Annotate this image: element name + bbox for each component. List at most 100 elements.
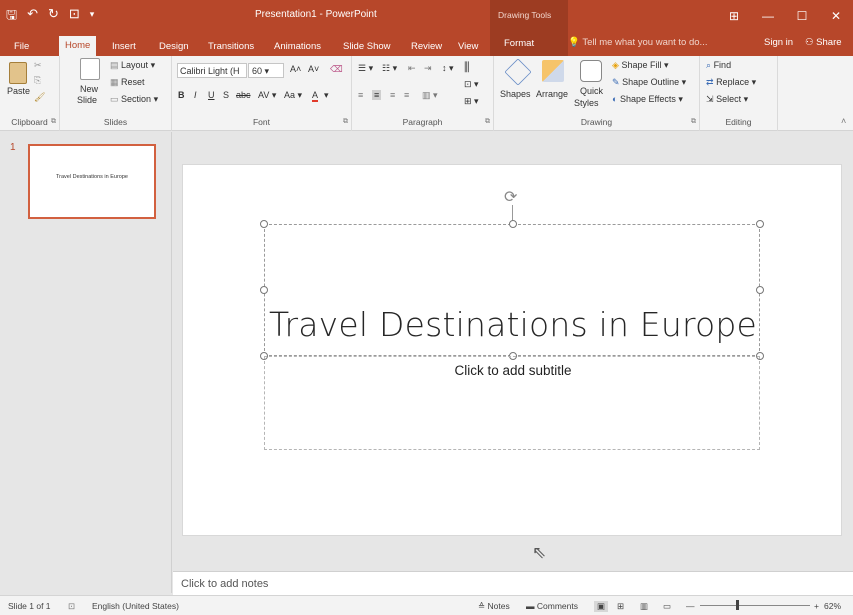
save-icon[interactable]: 🖫 xyxy=(6,6,17,28)
rotate-handle-icon[interactable]: ⟳ xyxy=(504,187,517,207)
replace-button[interactable]: ⇄ Replace ▾ xyxy=(706,77,756,88)
bold-icon[interactable]: B xyxy=(178,90,185,100)
zoom-in-icon[interactable]: + xyxy=(814,601,819,611)
shape-fill-button[interactable]: ◈ Shape Fill ▾ xyxy=(612,60,669,71)
subtitle-placeholder[interactable]: Click to add subtitle xyxy=(264,356,760,450)
line-spacing-icon[interactable]: ↕ ▾ xyxy=(442,63,454,74)
change-case-icon[interactable]: Aa ▾ xyxy=(284,90,302,101)
numbering-icon[interactable]: ☷ ▾ xyxy=(382,63,397,74)
tab-format[interactable]: Format xyxy=(490,31,568,56)
justify-icon[interactable]: ≡ xyxy=(404,90,409,100)
align-left-icon[interactable]: ≡ xyxy=(358,90,363,100)
font-name-box[interactable]: Calibri Light (H xyxy=(177,63,247,78)
bullets-icon[interactable]: ☰ ▾ xyxy=(358,63,373,74)
slide-sorter-icon[interactable]: ⊞ xyxy=(617,601,624,612)
tab-home[interactable]: Home xyxy=(59,36,97,56)
tab-view[interactable]: View xyxy=(452,37,484,56)
underline-icon[interactable]: U xyxy=(208,90,215,100)
resize-handle-left[interactable] xyxy=(260,286,268,294)
font-launcher-icon[interactable]: ⧉ xyxy=(343,118,348,126)
zoom-out-icon[interactable]: — xyxy=(686,601,695,611)
tab-slide-show[interactable]: Slide Show xyxy=(337,37,397,56)
shapes-button[interactable]: Shapes xyxy=(500,89,531,99)
notes-pane[interactable]: Click to add notes xyxy=(173,571,853,595)
tell-me-search[interactable]: 💡 Tell me what you want to do... xyxy=(568,37,707,48)
notes-placeholder[interactable]: Click to add notes xyxy=(181,578,268,590)
find-button[interactable]: ⌕ Find xyxy=(706,60,731,71)
close-icon[interactable]: ✕ xyxy=(819,0,853,31)
share-button[interactable]: ⚇ Share xyxy=(805,37,842,48)
new-slide-label[interactable]: New xyxy=(80,84,98,94)
new-slide-label-2[interactable]: Slide xyxy=(77,95,97,105)
quick-styles-label[interactable]: Quick xyxy=(580,86,603,96)
slide-title[interactable]: Travel Destinations in Europe xyxy=(265,305,761,344)
arrange-button[interactable]: Arrange xyxy=(536,89,568,99)
tab-review[interactable]: Review xyxy=(405,37,448,56)
text-direction-icon[interactable]: ⫼ xyxy=(464,60,470,75)
clear-formatting-icon[interactable]: ⌫ xyxy=(330,64,343,75)
notes-toggle[interactable]: ≙ Notes xyxy=(478,601,510,612)
maximize-icon[interactable]: ☐ xyxy=(785,0,819,31)
zoom-level[interactable]: 62% xyxy=(824,601,841,611)
tab-transitions[interactable]: Transitions xyxy=(202,37,260,56)
columns-icon[interactable]: ▥ ▾ xyxy=(422,90,438,101)
quick-styles-label-2[interactable]: Styles xyxy=(574,98,599,108)
sign-in-link[interactable]: Sign in xyxy=(764,37,793,48)
font-color-dropdown-icon[interactable]: ▾ xyxy=(324,90,329,101)
decrease-font-icon[interactable]: A˅ xyxy=(308,64,319,74)
align-right-icon[interactable]: ≡ xyxy=(390,90,395,100)
undo-icon[interactable]: ↶ xyxy=(27,6,38,28)
copy-icon[interactable]: ⎘ xyxy=(34,75,41,86)
font-size-box[interactable]: 60 ▾ xyxy=(248,63,284,78)
tab-animations[interactable]: Animations xyxy=(268,37,327,56)
normal-view-icon[interactable]: ▣ xyxy=(594,601,609,612)
subtitle-placeholder-text[interactable]: Click to add subtitle xyxy=(265,363,761,378)
smartart-icon[interactable]: ⊞ ▾ xyxy=(464,96,479,107)
character-spacing-icon[interactable]: AV ▾ xyxy=(258,90,276,101)
reset-button[interactable]: ▦ Reset xyxy=(110,77,145,88)
tab-design[interactable]: Design xyxy=(153,37,195,56)
increase-font-icon[interactable]: A˄ xyxy=(290,64,301,74)
align-center-icon[interactable]: ≡ xyxy=(372,90,382,100)
slide-thumbnail[interactable]: Travel Destinations in Europe xyxy=(28,144,156,219)
slideshow-view-icon[interactable]: ▭ xyxy=(663,601,671,612)
start-from-beginning-icon[interactable]: ⊡ xyxy=(69,6,80,28)
title-placeholder[interactable]: Travel Destinations in Europe xyxy=(260,220,764,360)
tab-file[interactable]: File xyxy=(8,37,35,56)
strikethrough-icon[interactable]: abc xyxy=(236,90,251,100)
comments-toggle[interactable]: ▬ Comments xyxy=(526,601,578,611)
increase-indent-icon[interactable]: ⇥ xyxy=(424,63,432,74)
customize-qat-icon[interactable]: ▾ xyxy=(90,6,95,28)
resize-handle-top-left[interactable] xyxy=(260,220,268,228)
quick-styles-icon[interactable] xyxy=(580,60,602,82)
slide-canvas[interactable]: ⟳ Travel Destinations in Europe Click to… xyxy=(182,164,842,536)
minimize-icon[interactable]: — xyxy=(751,0,785,31)
decrease-indent-icon[interactable]: ⇤ xyxy=(408,63,416,74)
zoom-slider-thumb[interactable] xyxy=(736,600,739,610)
shape-outline-button[interactable]: ✎ Shape Outline ▾ xyxy=(612,77,686,88)
resize-handle-right[interactable] xyxy=(756,286,764,294)
drawing-launcher-icon[interactable]: ⧉ xyxy=(691,118,696,126)
shapes-icon[interactable] xyxy=(504,58,532,86)
cut-icon[interactable]: ✂ xyxy=(34,60,42,71)
zoom-slider[interactable] xyxy=(700,605,810,606)
tab-insert[interactable]: Insert xyxy=(106,37,142,56)
language-indicator[interactable]: English (United States) xyxy=(92,601,179,611)
layout-button[interactable]: ▤ Layout ▾ xyxy=(110,60,155,71)
resize-handle-top[interactable] xyxy=(509,220,517,228)
arrange-icon[interactable] xyxy=(542,60,564,82)
section-button[interactable]: ▭ Section ▾ xyxy=(110,94,158,105)
reading-view-icon[interactable]: ▥ xyxy=(640,601,648,612)
italic-icon[interactable]: I xyxy=(194,90,197,100)
format-painter-icon[interactable]: 🖌 xyxy=(34,92,45,103)
resize-handle-top-right[interactable] xyxy=(756,220,764,228)
font-color-icon[interactable]: A xyxy=(312,90,319,102)
shape-effects-button[interactable]: ◐ Shape Effects ▾ xyxy=(612,94,683,105)
paste-button[interactable]: Paste xyxy=(7,86,30,96)
collapse-ribbon-icon[interactable]: ˄ xyxy=(841,116,846,126)
align-text-icon[interactable]: ⊡ ▾ xyxy=(464,79,479,90)
shadow-icon[interactable]: S xyxy=(223,90,229,100)
select-button[interactable]: ⇲ Select ▾ xyxy=(706,94,748,105)
paste-icon[interactable] xyxy=(9,62,27,84)
new-slide-icon[interactable] xyxy=(80,58,100,80)
